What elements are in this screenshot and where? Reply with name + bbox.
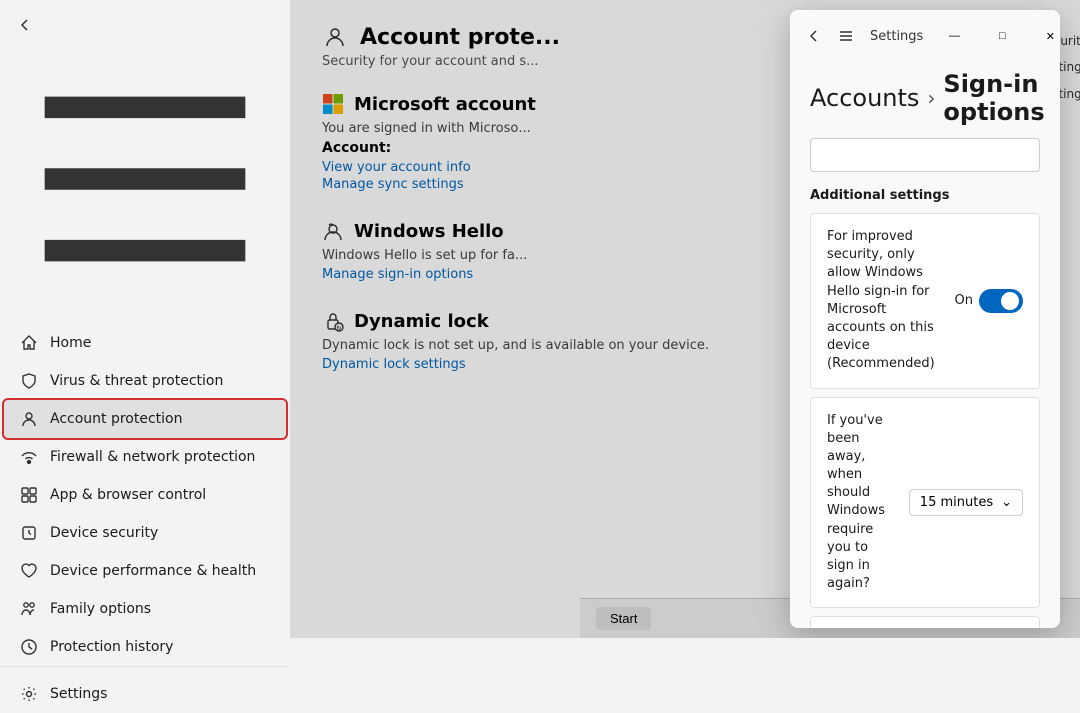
sidebar-item-device-health[interactable]: Device performance & health <box>4 552 286 590</box>
windows-hello-toggle[interactable] <box>979 289 1023 313</box>
sidebar-virus-label: Virus & threat protection <box>50 373 223 389</box>
sidebar-item-device-security[interactable]: Device security <box>4 514 286 552</box>
toggle-knob <box>1001 292 1019 310</box>
heart-icon <box>20 562 38 580</box>
dialog-search-bar[interactable] <box>810 138 1040 172</box>
timeout-value: 15 minutes <box>920 495 993 510</box>
dialog-title-text: Settings <box>870 29 923 44</box>
family-icon <box>20 600 38 618</box>
breadcrumb-current: Sign-in options <box>943 70 1044 126</box>
windows-hello-toggle-wrap: On <box>955 289 1023 313</box>
minimize-button[interactable]: — <box>931 20 977 52</box>
hamburger-menu[interactable] <box>0 42 290 316</box>
history-icon <box>20 638 38 656</box>
person-icon <box>20 410 38 428</box>
breadcrumb-separator: › <box>927 86 935 110</box>
sidebar-item-app[interactable]: App & browser control <box>4 476 286 514</box>
sidebar-firewall-label: Firewall & network protection <box>50 449 255 465</box>
sidebar-history-label: Protection history <box>50 639 173 655</box>
toggle-on-label: On <box>955 293 973 308</box>
device-security-icon <box>20 524 38 542</box>
window-controls: — □ ✕ <box>931 20 1060 52</box>
dialog-back-button[interactable] <box>802 24 826 48</box>
signin-timeout-text: If you've been away, when should Windows… <box>827 412 897 594</box>
sidebar-app-label: App & browser control <box>50 487 206 503</box>
sidebar-settings-label: Settings <box>50 686 107 702</box>
windows-hello-setting-row: For improved security, only allow Window… <box>810 213 1040 389</box>
dynamic-lock-setting-section: Dynamic lock Automatically lock your dev… <box>810 616 1040 628</box>
back-arrow-icon <box>806 28 822 44</box>
main-content: Account prote... Security for your accou… <box>290 0 1080 638</box>
settings-dialog: Settings — □ ✕ Accounts › Sign-in option… <box>790 10 1060 628</box>
sidebar-item-virus[interactable]: Virus & threat protection <box>4 362 286 400</box>
sidebar-item-history[interactable]: Protection history <box>4 628 286 666</box>
additional-settings-label: Additional settings <box>810 188 1040 203</box>
dialog-breadcrumb: Accounts › Sign-in options <box>790 62 1060 138</box>
timeout-dropdown[interactable]: 15 minutes ⌄ <box>909 489 1023 516</box>
wifi-icon <box>20 448 38 466</box>
sidebar: Home Virus & threat protection Account p… <box>0 0 290 638</box>
dialog-titlebar: Settings — □ ✕ <box>790 10 1060 62</box>
app-icon <box>20 486 38 504</box>
dialog-hamburger-icon <box>838 28 854 44</box>
sidebar-item-firewall[interactable]: Firewall & network protection <box>4 438 286 476</box>
sidebar-item-family[interactable]: Family options <box>4 590 286 628</box>
sidebar-home-label: Home <box>50 335 91 351</box>
dropdown-chevron-icon: ⌄ <box>1001 495 1012 510</box>
maximize-button[interactable]: □ <box>979 20 1025 52</box>
sidebar-family-label: Family options <box>50 601 151 617</box>
windows-hello-setting-text: For improved security, only allow Window… <box>827 228 943 374</box>
back-button[interactable] <box>0 8 290 42</box>
shield-icon <box>20 372 38 390</box>
signin-timeout-setting-row: If you've been away, when should Windows… <box>810 397 1040 609</box>
dialog-hamburger-button[interactable] <box>834 24 858 48</box>
home-icon <box>20 334 38 352</box>
settings-gear-icon <box>20 685 38 703</box>
sidebar-item-settings[interactable]: Settings <box>4 675 286 713</box>
breadcrumb-accounts[interactable]: Accounts <box>810 84 919 112</box>
sidebar-item-account[interactable]: Account protection <box>4 400 286 438</box>
sidebar-device-security-label: Device security <box>50 525 158 541</box>
sidebar-account-label: Account protection <box>50 411 183 427</box>
dynamic-lock-header[interactable]: Dynamic lock Automatically lock your dev… <box>811 617 1039 628</box>
sidebar-item-home[interactable]: Home <box>4 324 286 362</box>
sidebar-device-health-label: Device performance & health <box>50 563 256 579</box>
dialog-content: Additional settings For improved securit… <box>790 138 1060 628</box>
close-button[interactable]: ✕ <box>1027 20 1060 52</box>
